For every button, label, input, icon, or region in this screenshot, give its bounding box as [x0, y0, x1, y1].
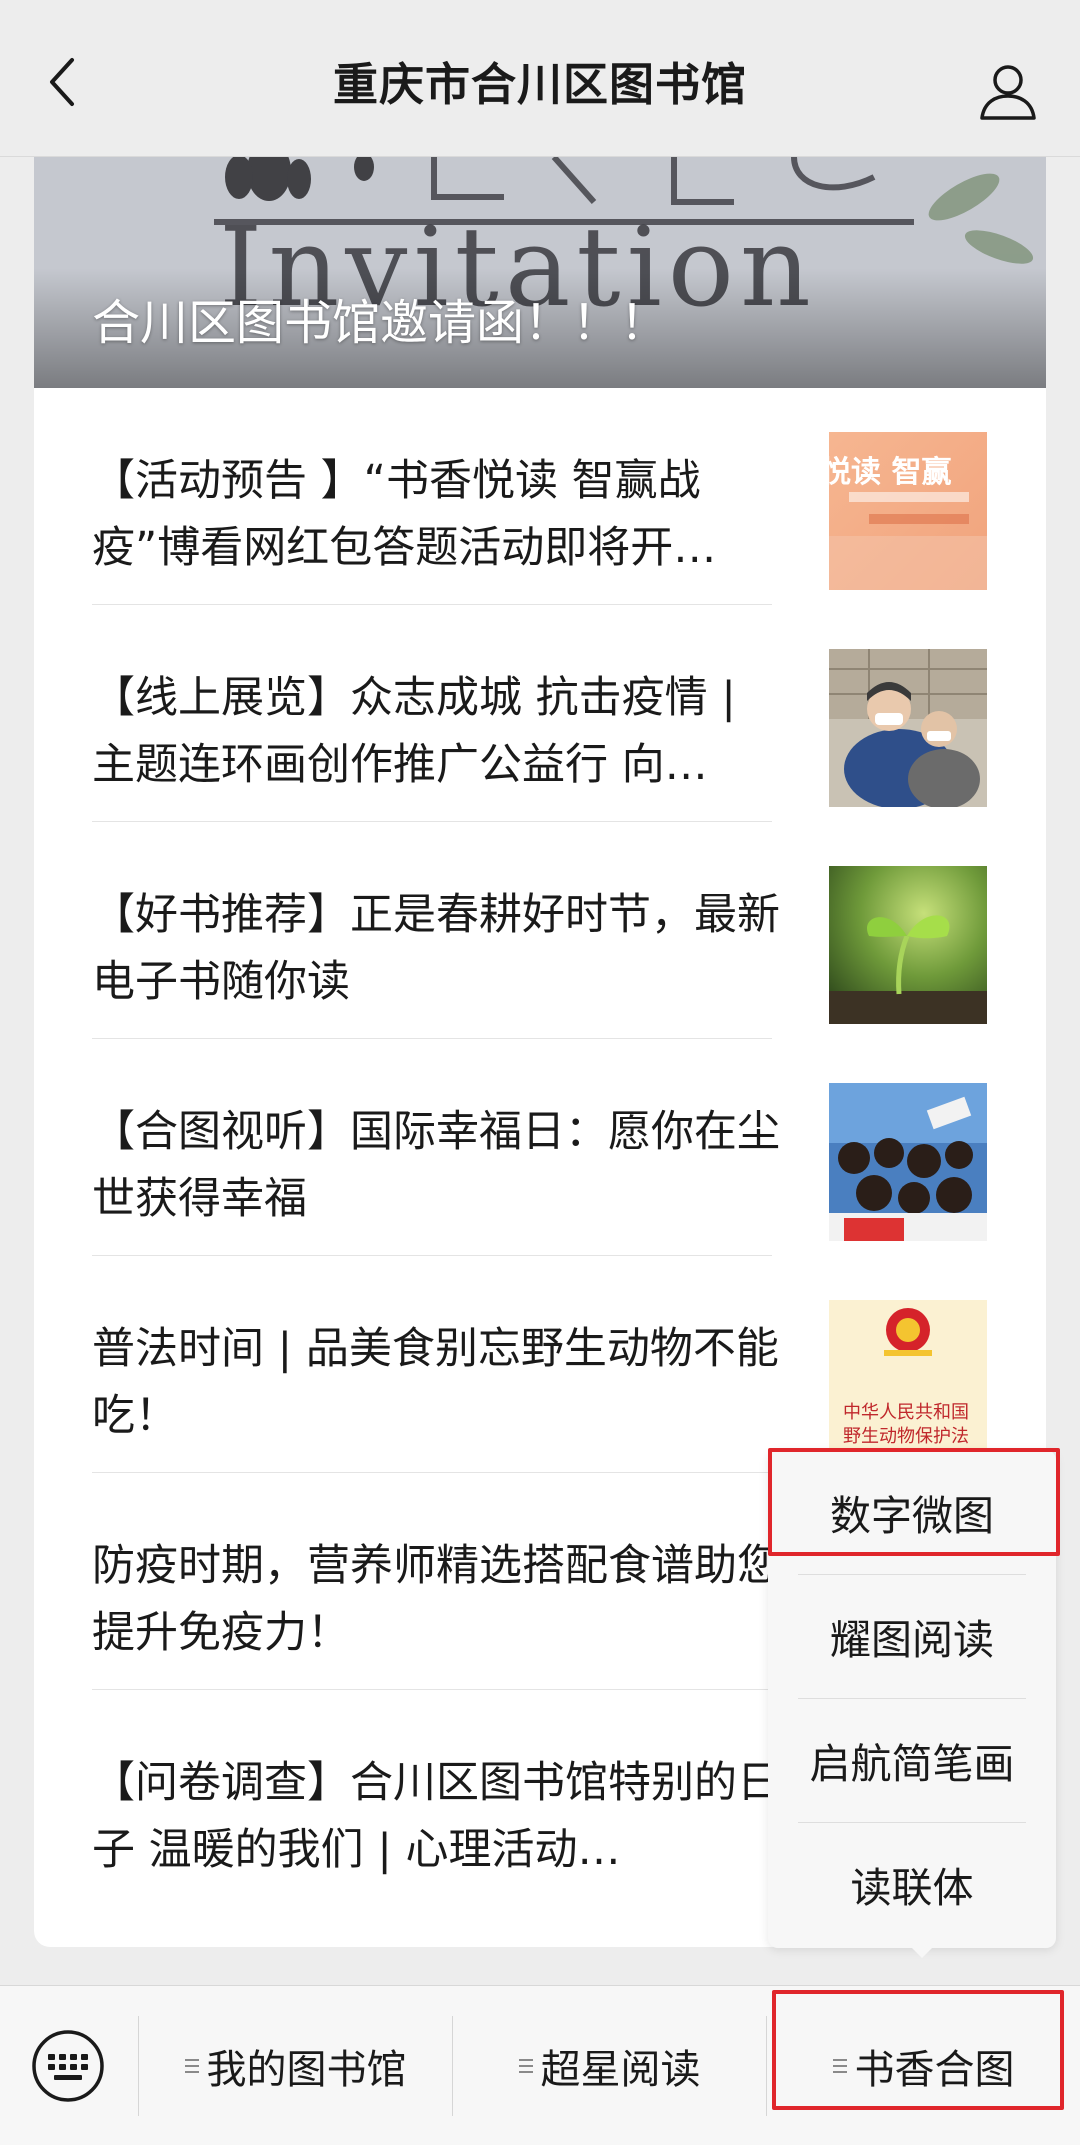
- menu-button-shuxiang-hetu[interactable]: 书香合图: [767, 1986, 1080, 2145]
- submenu-item-yaotu-reading[interactable]: 耀图阅读: [768, 1574, 1056, 1698]
- submenu-item-qihang-drawing[interactable]: 启航简笔画: [768, 1698, 1056, 1822]
- banner-title: 合川区图书馆邀请函！！！: [92, 295, 669, 351]
- menu-button-label: 超星阅读: [540, 2047, 701, 2093]
- keyboard-icon: [32, 2030, 104, 2102]
- article-item[interactable]: 【线上展览】众志成城 抗击疫情 | 主题连环画创作推广公益行 向…: [34, 605, 1046, 822]
- submenu-indicator-icon: [518, 2055, 533, 2077]
- submenu-pointer: [908, 1944, 936, 1958]
- article-item[interactable]: 普法时间 | 品美食别忘野生动物不能吃！ 中华人民共和国 野生动物保护法: [34, 1256, 1046, 1473]
- article-title: 【合图视听】国际幸福日：愿你在尘世获得幸福: [92, 1107, 780, 1224]
- thumbnail-text-line-1: 中华人民共和国: [843, 1402, 969, 1423]
- article-title: 【问卷调查】合川区图书馆特别的日子 温暖的我们 | 心理活动…: [92, 1758, 780, 1875]
- submenu-indicator-icon: [832, 2055, 847, 2077]
- article-item[interactable]: 【合图视听】国际幸福日：愿你在尘世获得幸福: [34, 1039, 1046, 1256]
- banner-article[interactable]: Invitation 合川区图书馆邀请函！！！: [34, 157, 1046, 388]
- top-navigation-bar: 重庆市合川区图书馆: [0, 0, 1080, 157]
- article-title: 【活动预告 】“书香悦读 智赢战疫”博看网红包答题活动即将开…: [92, 456, 717, 573]
- article-thumbnail: [829, 1083, 987, 1241]
- page-title: 重庆市合川区图书馆: [332, 58, 747, 111]
- keyboard-toggle-button[interactable]: [30, 2028, 106, 2104]
- submenu-item-reading-alliance[interactable]: 读联体: [768, 1822, 1056, 1946]
- menu-button-my-library[interactable]: 我的图书馆: [139, 1986, 452, 2145]
- submenu-indicator-icon: [184, 2055, 199, 2077]
- menu-button-chaoxing-reading[interactable]: 超星阅读: [453, 1986, 766, 2145]
- article-thumbnail: [829, 866, 987, 1024]
- article-thumbnail: 悦读 智赢: [829, 432, 987, 590]
- menu-button-label: 书香合图: [854, 2047, 1015, 2093]
- article-thumbnail: 中华人民共和国 野生动物保护法: [829, 1300, 987, 1458]
- profile-button[interactable]: [976, 60, 1040, 124]
- user-profile-icon: [980, 65, 1036, 120]
- article-title: 【线上展览】众志成城 抗击疫情 | 主题连环画创作推广公益行 向…: [92, 673, 736, 790]
- article-title: 普法时间 | 品美食别忘野生动物不能吃！: [92, 1324, 779, 1441]
- submenu-popup: 数字微图 耀图阅读 启航简笔画 读联体: [768, 1450, 1056, 1948]
- thumbnail-text-line-2: 野生动物保护法: [843, 1426, 969, 1447]
- article-item[interactable]: 【好书推荐】正是春耕好时节，最新电子书随你读: [34, 822, 1046, 1039]
- thumbnail-text: 悦读 智赢: [829, 455, 951, 490]
- article-item[interactable]: 【活动预告 】“书香悦读 智赢战疫”博看网红包答题活动即将开… 悦读 智赢: [34, 388, 1046, 605]
- article-title: 防疫时期，营养师精选搭配食谱助您提升免疫力！: [92, 1541, 780, 1658]
- article-thumbnail: [829, 649, 987, 807]
- menu-button-label: 我的图书馆: [206, 2047, 407, 2093]
- bottom-menu-bar: 我的图书馆 超星阅读 书香合图: [0, 1985, 1080, 2145]
- article-title: 【好书推荐】正是春耕好时节，最新电子书随你读: [92, 890, 780, 1007]
- submenu-item-digital-library[interactable]: 数字微图: [768, 1450, 1056, 1574]
